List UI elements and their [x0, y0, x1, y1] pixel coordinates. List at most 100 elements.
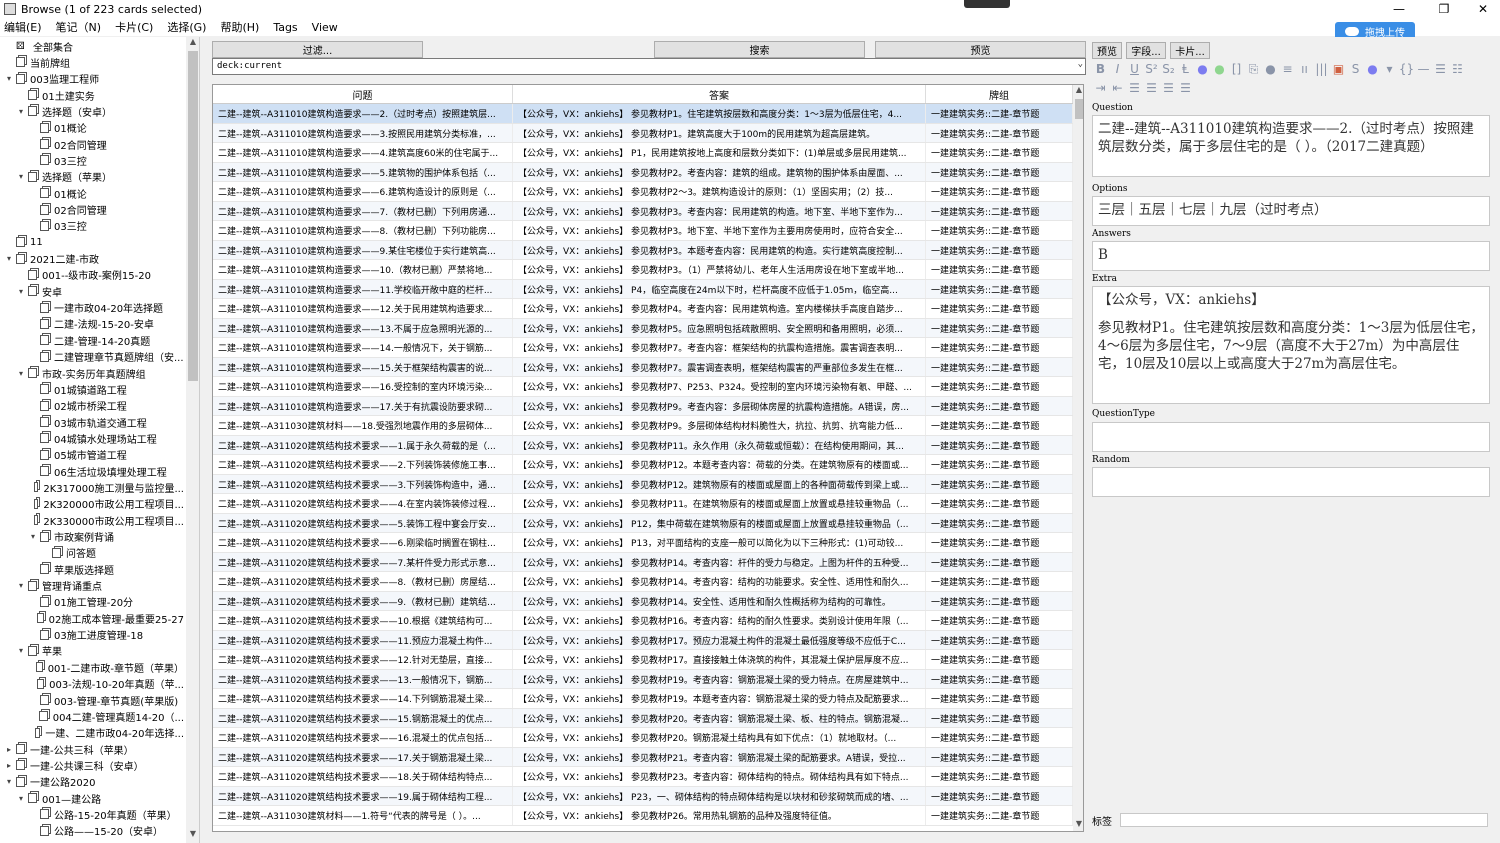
- expand-icon[interactable]: ▸: [4, 745, 14, 754]
- table-row[interactable]: 二建--建筑--A311030建筑材料——1.符号“代表的牌号是（ ）。... 【…: [213, 806, 1073, 826]
- column-header-question[interactable]: 问题: [213, 85, 513, 103]
- menu-edit[interactable]: 编辑(E): [4, 19, 42, 35]
- sidebar-item[interactable]: 问答题: [40, 545, 184, 561]
- sidebar-item[interactable]: ▾ 2021二建-市政: [4, 251, 184, 267]
- collapse-icon[interactable]: ▾: [4, 254, 14, 263]
- table-row[interactable]: 二建--建筑--A311020建筑结构技术要求——12.针对无垫层，直接... 【…: [213, 650, 1073, 670]
- list-icon[interactable]: ≡: [1279, 62, 1296, 76]
- table-row[interactable]: 二建--建筑--A311020建筑结构技术要求——13.一般情况下，钢筋... 【…: [213, 669, 1073, 689]
- bullet-list-icon[interactable]: ☰: [1432, 62, 1449, 76]
- indent-icon[interactable]: ⇥: [1092, 81, 1109, 95]
- answers-field[interactable]: B: [1092, 241, 1490, 271]
- table-row[interactable]: 二建--建筑--A311020建筑结构技术要求——8.（教材已删）房屋结... 【…: [213, 572, 1073, 592]
- table-row[interactable]: 二建--建筑--A311020建筑结构技术要求——18.关于砌体结构特点... 【…: [213, 767, 1073, 787]
- sidebar-item[interactable]: ▾ 选择题（苹果）: [16, 169, 184, 185]
- table-row[interactable]: 二建--建筑--A311010建筑构造要求——13.不属于应急照明光源的... 【…: [213, 318, 1073, 338]
- table-row[interactable]: 二建--建筑--A311010建筑构造要求——11.学校临开敞中庭的栏杆... 【…: [213, 279, 1073, 299]
- sidebar-item[interactable]: ▾ 选择题（安卓）: [16, 103, 184, 119]
- sidebar-item[interactable]: 01概论: [28, 120, 184, 136]
- sidebar-item[interactable]: 01土建实务: [16, 87, 184, 103]
- chevron-down-icon[interactable]: ▾: [1381, 62, 1398, 76]
- close-button[interactable]: ✕: [1466, 0, 1500, 18]
- table-row[interactable]: 二建--建筑--A311010建筑构造要求——3.按照民用建筑分类标准，... 【…: [213, 123, 1073, 143]
- menu-notes[interactable]: 笔记（N): [56, 19, 102, 35]
- sidebar-item[interactable]: ▾ 003监理工程师: [4, 71, 184, 87]
- table-row[interactable]: 二建--建筑--A311030建筑材料——18.受强烈地震作用的多层砌体... 【…: [213, 416, 1073, 436]
- sidebar-item[interactable]: ▾ 市政-实务历年真题牌组: [16, 365, 184, 381]
- sidebar-item[interactable]: 02施工成本管理-最重要25-27: [28, 610, 184, 626]
- sidebar-item[interactable]: 11: [4, 234, 184, 250]
- sidebar-item[interactable]: ▾ 一建公路2020: [4, 774, 184, 790]
- sidebar-item[interactable]: ▾ 001—建公路: [16, 790, 184, 806]
- sidebar-item[interactable]: 03城市轨道交通工程: [28, 414, 184, 430]
- align-center-icon[interactable]: ☰: [1143, 81, 1160, 95]
- sidebar-item[interactable]: 二建-法规-15-20-安卓: [28, 316, 184, 332]
- table-row[interactable]: 二建--建筑--A311020建筑结构技术要求——3.下列装饰构造中，通... 【…: [213, 474, 1073, 494]
- table-row[interactable]: 二建--建筑--A311020建筑结构技术要求——4.在室内装饰装修过程... 【…: [213, 494, 1073, 514]
- tags-input[interactable]: [1120, 813, 1488, 827]
- bold-icon[interactable]: B: [1092, 62, 1109, 76]
- superscript-icon[interactable]: S²: [1143, 62, 1160, 76]
- sidebar-item[interactable]: 03施工进度管理-18: [28, 627, 184, 643]
- sidebar-item[interactable]: 02合同管理: [28, 136, 184, 152]
- sidebar-item[interactable]: ▸ 一建-公共课三科（安卓）: [4, 757, 184, 773]
- table-row[interactable]: 二建--建筑--A311020建筑结构技术要求——11.预应力混凝土构件... 【…: [213, 630, 1073, 650]
- menu-help[interactable]: 帮助(H): [220, 19, 259, 35]
- scroll-up-icon[interactable]: ▲: [1073, 85, 1083, 97]
- table-row[interactable]: 二建--建筑--A311010建筑构造要求——6.建筑构造设计的原则是（... 【…: [213, 182, 1073, 202]
- sidebar-item[interactable]: ▾ 苹果: [16, 643, 184, 659]
- sidebar-item[interactable]: 001--级市政-案例15-20: [16, 267, 184, 283]
- color-picker-icon[interactable]: ●: [1364, 62, 1381, 76]
- table-row[interactable]: 二建--建筑--A311020建筑结构技术要求——14.下列钢筋混凝土梁... 【…: [213, 689, 1073, 709]
- random-field[interactable]: [1092, 467, 1490, 497]
- code-icon[interactable]: {}: [1398, 62, 1415, 76]
- table-row[interactable]: 二建--建筑--A311010建筑构造要求——9.某住宅楼位于实行建筑高... 【…: [213, 240, 1073, 260]
- collapse-icon[interactable]: ▾: [16, 172, 26, 181]
- menu-view[interactable]: View: [312, 21, 338, 34]
- align-left-icon[interactable]: ☰: [1126, 81, 1143, 95]
- sidebar-item[interactable]: 二建-管理-14-20真题: [28, 332, 184, 348]
- table-row[interactable]: 二建--建筑--A311010建筑构造要求——16.受控制的室内环境污染... 【…: [213, 377, 1073, 397]
- image-icon[interactable]: ▣: [1330, 62, 1347, 76]
- sidebar-item[interactable]: 003-管理-章节真题(苹果版): [28, 692, 184, 708]
- sidebar-item[interactable]: 03三控: [28, 152, 184, 168]
- sidebar-item[interactable]: 一建市政04-20年选择题: [28, 300, 184, 316]
- collapse-icon[interactable]: ▾: [16, 287, 26, 296]
- sidebar-item[interactable]: 05城市管道工程: [28, 447, 184, 463]
- collapse-icon[interactable]: ▾: [16, 107, 26, 116]
- attach-icon[interactable]: ⎘: [1245, 62, 1262, 77]
- table-row[interactable]: 二建--建筑--A311010建筑构造要求——12.关于民用建筑构造要求... 【…: [213, 299, 1073, 319]
- table-row[interactable]: 二建--建筑--A311020建筑结构技术要求——17.关于钢筋混凝土梁... 【…: [213, 747, 1073, 767]
- table-row[interactable]: 二建--建筑--A311020建筑结构技术要求——19.属于砌体结构工程... 【…: [213, 786, 1073, 806]
- collapse-icon[interactable]: ▾: [16, 581, 26, 590]
- table-scrollbar[interactable]: ▲ ▼: [1073, 85, 1083, 831]
- sidebar-item[interactable]: 01城镇道路工程: [28, 381, 184, 397]
- sidebar-item[interactable]: 03三控: [28, 218, 184, 234]
- cloze-icon[interactable]: []: [1228, 62, 1245, 76]
- sidebar-item[interactable]: 2K320000市政公用工程项目...: [28, 496, 184, 512]
- table-row[interactable]: 二建--建筑--A311010建筑构造要求——10.（教材已删）严禁将地... 【…: [213, 260, 1073, 280]
- barcode-icon[interactable]: |||: [1313, 62, 1330, 76]
- sidebar-item[interactable]: 001-二建市政-章节题（苹果）: [28, 659, 184, 675]
- extra-field[interactable]: 【公众号，VX：ankiehs】 参见教材P1。住宅建筑按层数和高度分类：1～3…: [1092, 286, 1490, 404]
- maximize-button[interactable]: ❐: [1427, 0, 1461, 18]
- table-row[interactable]: 二建--建筑--A311010建筑构造要求——4.建筑高度60米的住宅属于...…: [213, 143, 1073, 163]
- align-justify-icon[interactable]: ☰: [1177, 81, 1194, 95]
- table-row[interactable]: 二建--建筑--A311010建筑构造要求——2.（过时考点）按照建筑层... 【…: [213, 104, 1073, 124]
- sidebar-item[interactable]: 苹果版选择题: [28, 561, 184, 577]
- collapse-icon[interactable]: ▾: [4, 74, 14, 83]
- sidebar-item[interactable]: 004二建-管理真题14-20（...: [28, 708, 184, 724]
- outdent-icon[interactable]: ⇤: [1109, 81, 1126, 95]
- sidebar-item[interactable]: 01施工管理-20分: [28, 594, 184, 610]
- sidebar-item[interactable]: 01概论: [28, 185, 184, 201]
- scroll-up-icon[interactable]: ▲: [186, 37, 199, 49]
- cards-button[interactable]: 卡片...: [1170, 42, 1210, 59]
- sidebar-item[interactable]: 2K317000施工测量与监控量...: [28, 479, 184, 495]
- record-icon[interactable]: ●: [1262, 62, 1279, 76]
- expand-icon[interactable]: ▸: [4, 761, 14, 770]
- filter-button[interactable]: 过滤...: [212, 41, 423, 58]
- collapse-icon[interactable]: ▾: [16, 794, 26, 803]
- italic-icon[interactable]: I: [1109, 62, 1126, 76]
- hr-icon[interactable]: —: [1415, 62, 1432, 76]
- sidebar-scrollbar[interactable]: ▲ ▼: [186, 37, 199, 843]
